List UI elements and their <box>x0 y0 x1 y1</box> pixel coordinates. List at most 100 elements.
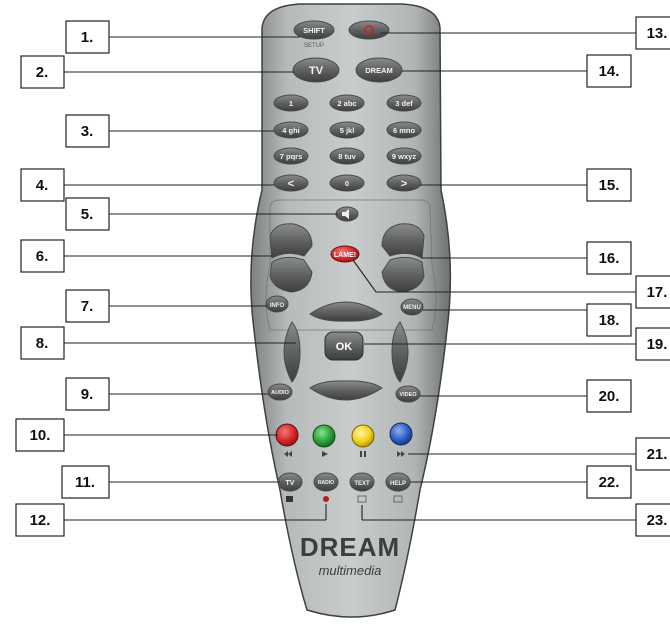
svg-text:3.: 3. <box>81 123 94 140</box>
help-button[interactable]: HELP <box>385 472 411 492</box>
menu-button[interactable]: MENU <box>400 298 424 316</box>
svg-text:MENU: MENU <box>403 305 421 311</box>
callout-6: 6. <box>20 239 65 273</box>
callout-18: 18. <box>586 303 632 337</box>
svg-text:RADIO: RADIO <box>318 480 334 486</box>
callout-11: 11. <box>61 465 110 499</box>
power-button[interactable] <box>348 20 390 40</box>
svg-text:3 def: 3 def <box>395 99 413 108</box>
svg-text:22.: 22. <box>599 474 620 491</box>
svg-text:<: < <box>288 178 294 190</box>
number-button-8[interactable]: 8 tuv <box>329 147 365 165</box>
callout-20: 20. <box>586 379 632 413</box>
svg-text:23.: 23. <box>647 512 668 529</box>
callout-21: 21. <box>635 437 670 471</box>
svg-text:TV: TV <box>309 65 324 77</box>
svg-text:19.: 19. <box>647 336 668 353</box>
callout-17: 17. <box>635 275 670 309</box>
svg-text:AUDIO: AUDIO <box>271 390 289 396</box>
number-button-4[interactable]: 4 ghi <box>273 121 309 139</box>
callout-8: 8. <box>20 326 65 360</box>
mute-button[interactable] <box>335 206 359 222</box>
svg-text:20.: 20. <box>599 388 620 405</box>
callout-16: 16. <box>586 241 632 275</box>
lame-button[interactable]: LAME! <box>330 245 360 263</box>
svg-text:13.: 13. <box>647 25 668 42</box>
svg-text:LAME!: LAME! <box>334 252 356 259</box>
svg-text:multimedia: multimedia <box>319 563 382 578</box>
remote-diagram: SHIFT SETUP TV DREAM 1 2 abc 3 def 4 ghi… <box>0 0 670 626</box>
svg-text:7.: 7. <box>81 298 94 315</box>
svg-text:8 tuv: 8 tuv <box>338 152 356 161</box>
svg-text:0: 0 <box>345 179 349 188</box>
callout-7: 7. <box>65 289 110 323</box>
svg-text:INFO: INFO <box>270 303 285 309</box>
svg-text:5 jkl: 5 jkl <box>340 126 355 135</box>
callout-1: 1. <box>65 20 110 54</box>
svg-text:4.: 4. <box>36 177 49 194</box>
red-button[interactable] <box>275 423 299 447</box>
svg-text:21.: 21. <box>647 446 668 463</box>
svg-text:4 ghi: 4 ghi <box>282 126 300 135</box>
svg-text:SHIFT: SHIFT <box>303 26 325 35</box>
svg-text:18.: 18. <box>599 312 620 329</box>
blue-button[interactable] <box>389 422 413 446</box>
dream-mode-button[interactable]: DREAM <box>355 57 403 83</box>
svg-text:6.: 6. <box>36 248 49 265</box>
tv-button[interactable]: TV <box>277 472 303 492</box>
callout-2: 2. <box>20 55 65 89</box>
callout-19: 19. <box>635 327 670 361</box>
callout-12: 12. <box>15 503 65 537</box>
info-button[interactable]: INFO <box>265 295 289 313</box>
yellow-button[interactable] <box>351 424 375 448</box>
svg-text:TEXT: TEXT <box>354 481 370 487</box>
svg-text:9 wxyz: 9 wxyz <box>392 152 416 161</box>
svg-text:1.: 1. <box>81 29 94 46</box>
setup-label: SETUP <box>304 43 324 49</box>
callout-13: 13. <box>635 16 670 50</box>
number-button-9[interactable]: 9 wxyz <box>386 147 422 165</box>
tv-mode-button[interactable]: TV <box>292 57 340 83</box>
svg-text:2.: 2. <box>36 64 49 81</box>
callout-22: 22. <box>586 465 632 499</box>
svg-text:DREAM: DREAM <box>365 66 393 75</box>
number-button-1[interactable]: 1 <box>273 94 309 112</box>
green-button[interactable] <box>312 424 336 448</box>
callout-10: 10. <box>15 418 65 452</box>
stop-icon <box>286 496 293 502</box>
svg-text:TV: TV <box>286 480 295 487</box>
number-button-7[interactable]: 7 pqrs <box>273 147 309 165</box>
record-icon <box>323 496 329 502</box>
number-button-6[interactable]: 6 mno <box>386 121 422 139</box>
callout-15: 15. <box>586 168 632 202</box>
svg-text:DREAM: DREAM <box>300 532 400 562</box>
svg-text:10.: 10. <box>30 427 51 444</box>
right-arrow-button[interactable]: > <box>386 174 422 192</box>
svg-text:HELP: HELP <box>390 481 406 487</box>
audio-button[interactable]: AUDIO <box>267 383 293 401</box>
video-button[interactable]: VIDEO <box>395 385 421 403</box>
callout-3: 3. <box>65 114 110 148</box>
svg-text:8.: 8. <box>36 335 49 352</box>
svg-text:7 pqrs: 7 pqrs <box>280 152 303 161</box>
left-arrow-button[interactable]: < <box>273 174 309 192</box>
svg-text:16.: 16. <box>599 250 620 267</box>
number-button-3[interactable]: 3 def <box>386 94 422 112</box>
svg-text:2 abc: 2 abc <box>337 99 356 108</box>
svg-text:17.: 17. <box>647 284 668 301</box>
number-button-2[interactable]: 2 abc <box>329 94 365 112</box>
callout-14: 14. <box>586 54 632 88</box>
callout-4: 4. <box>20 168 65 202</box>
shift-button[interactable]: SHIFT <box>293 20 335 40</box>
callout-5: 5. <box>65 197 110 231</box>
svg-text:6 mno: 6 mno <box>393 126 416 135</box>
svg-text:14.: 14. <box>599 63 620 80</box>
text-button[interactable]: TEXT <box>349 472 375 492</box>
number-button-0[interactable]: 0 <box>329 174 365 192</box>
number-button-5[interactable]: 5 jkl <box>329 121 365 139</box>
svg-text:1: 1 <box>289 99 293 108</box>
svg-text:15.: 15. <box>599 177 620 194</box>
ok-label: OK <box>336 341 353 353</box>
radio-button[interactable]: RADIO <box>313 472 339 492</box>
svg-text:VIDEO: VIDEO <box>399 392 417 398</box>
